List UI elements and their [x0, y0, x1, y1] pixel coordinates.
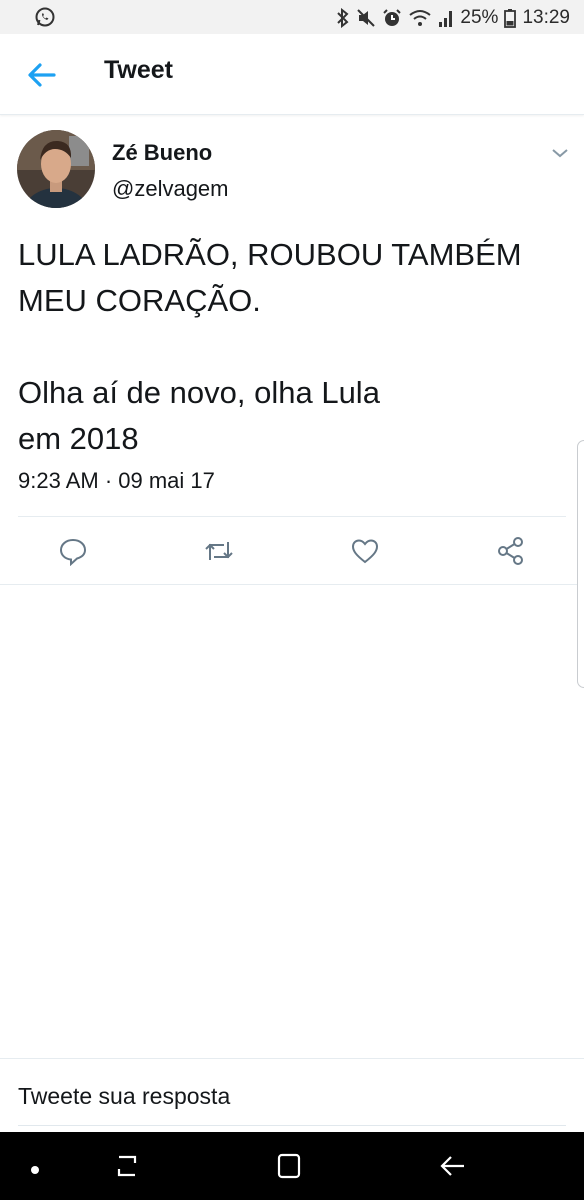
- divider: [18, 516, 566, 517]
- status-icons: 25% 13:29: [336, 6, 570, 30]
- page-title: Tweet: [104, 56, 173, 84]
- top-app-bar: Tweet: [0, 34, 584, 115]
- battery-percent: 25%: [460, 7, 499, 28]
- screen: 25% 13:29 Tweet Zé Bueno @zelvagem LULA …: [0, 0, 584, 1200]
- tweet-actions: [0, 532, 584, 572]
- reply-icon[interactable]: [58, 536, 88, 567]
- edge-panel-handle[interactable]: [577, 440, 584, 688]
- alarm-icon: [382, 8, 402, 28]
- whatsapp-icon: [34, 6, 56, 28]
- back-nav-icon[interactable]: [438, 1152, 468, 1185]
- like-icon[interactable]: [350, 536, 380, 566]
- signal-icon: [438, 8, 454, 28]
- share-icon[interactable]: [496, 536, 526, 566]
- author-handle[interactable]: @zelvagem: [112, 176, 229, 202]
- bluetooth-icon: [336, 8, 350, 28]
- clock: 13:29: [522, 7, 570, 28]
- reply-input[interactable]: Tweete sua resposta: [18, 1083, 230, 1110]
- retweet-icon[interactable]: [203, 536, 233, 566]
- battery-icon: [504, 8, 517, 28]
- divider: [0, 584, 584, 585]
- reply-input-underline: [18, 1125, 566, 1126]
- author-name[interactable]: Zé Bueno: [112, 140, 212, 166]
- home-icon[interactable]: [276, 1152, 302, 1185]
- wifi-icon: [408, 8, 432, 28]
- status-bar: 25% 13:29: [0, 0, 584, 34]
- system-navigation-bar: [0, 1132, 584, 1200]
- recent-apps-icon[interactable]: [114, 1152, 140, 1185]
- dot-icon[interactable]: [30, 1162, 40, 1180]
- chevron-down-icon[interactable]: [550, 146, 570, 160]
- avatar[interactable]: [17, 130, 95, 208]
- tweet-timestamp: 9:23 AM · 09 mai 17: [18, 468, 215, 493]
- arrow-left-icon[interactable]: [24, 60, 60, 90]
- tweet-text: LULA LADRÃO, ROUBOU TAMBÉM MEU CORAÇÃO. …: [18, 237, 522, 456]
- mute-icon: [356, 8, 376, 28]
- reply-bar: Tweete sua resposta: [0, 1058, 584, 1133]
